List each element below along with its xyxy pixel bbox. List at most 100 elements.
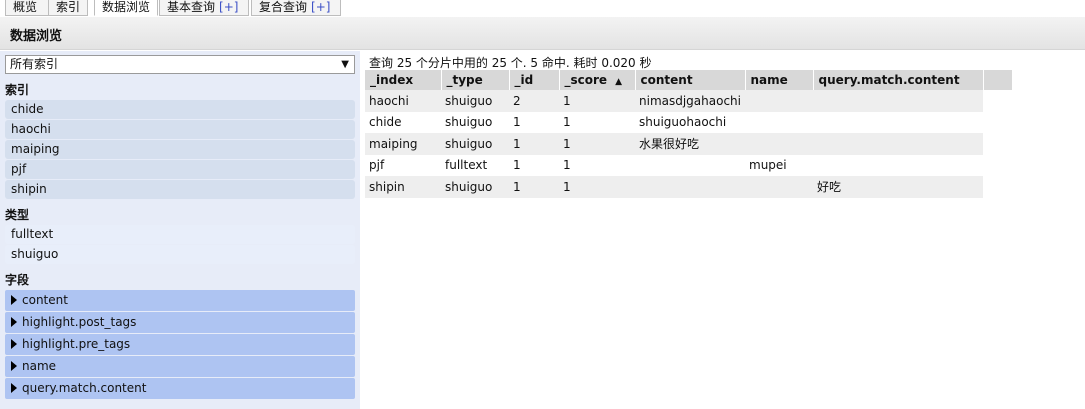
tab-label: 概览 [13, 0, 38, 14]
column-header-query-match-content[interactable]: query.match.content [813, 70, 984, 90]
cell-score: 1 [559, 154, 635, 176]
cell-score: 1 [559, 133, 635, 155]
cell-id: 1 [509, 176, 559, 198]
column-header-spacer [983, 70, 1013, 90]
cell-index: shipin [365, 176, 441, 198]
results-table: _index _type _id _score ▲ content name qu… [365, 70, 1013, 198]
tab-browser[interactable]: 数据浏览 [94, 0, 158, 16]
field-heading: 字段 [5, 273, 30, 287]
column-header-content[interactable]: content [635, 70, 746, 90]
tab-plus[interactable]: [+] [311, 0, 330, 14]
cell-name [745, 90, 813, 112]
results-summary: 查询 25 个分片中用的 25 个. 5 命中. 耗时 0.020 秒 [369, 56, 652, 70]
column-header-label: query.match.content [818, 73, 960, 87]
column-header-score[interactable]: _score ▲ [559, 70, 636, 90]
table-row[interactable]: chide shuiguo 1 1 shuiguohaochi [365, 111, 1012, 133]
cell-query-match-content [813, 111, 983, 133]
expand-triangle-icon [11, 383, 17, 393]
cell-type: shuiguo [441, 90, 509, 112]
type-item-shuiguo[interactable]: shuiguo [5, 245, 355, 264]
cell-content: shuiguohaochi [635, 111, 745, 133]
page-title: 数据浏览 [10, 29, 63, 44]
index-select-value: 所有索引 [10, 57, 59, 71]
field-item-query-match-content[interactable]: query.match.content [5, 378, 355, 399]
column-header-index[interactable]: _index [365, 70, 442, 90]
index-item-chide[interactable]: chide [5, 100, 355, 119]
cell-query-match-content [813, 133, 983, 155]
tab-indices[interactable]: 索引 [48, 0, 88, 16]
tab-label: 数据浏览 [102, 0, 151, 14]
tab-label: 基本查询 [167, 0, 216, 14]
tab-basic-query[interactable]: 基本查询 [+] [159, 0, 249, 16]
table-row[interactable]: maiping shuiguo 1 1 水果很好吃 [365, 133, 1012, 155]
index-item-maiping[interactable]: maiping [5, 140, 355, 159]
cell-score: 1 [559, 176, 635, 198]
dropdown-arrow-icon[interactable]: ▼ [341, 56, 349, 73]
field-label: content [22, 293, 68, 307]
column-header-label: content [640, 73, 693, 87]
cell-content [635, 154, 745, 176]
expand-triangle-icon [11, 295, 17, 305]
field-item-name[interactable]: name [5, 356, 355, 377]
page-header: 数据浏览 [0, 17, 1085, 50]
cell-query-match-content [813, 90, 983, 112]
column-header-label: _id [514, 73, 534, 87]
index-heading: 索引 [5, 83, 30, 97]
index-item-pjf[interactable]: pjf [5, 160, 355, 179]
expand-triangle-icon [11, 317, 17, 327]
tab-compound-query[interactable]: 复合查询 [+] [251, 0, 341, 16]
cell-query-match-content: 好吃 [813, 176, 983, 198]
cell-content [635, 176, 745, 198]
index-item-haochi[interactable]: haochi [5, 120, 355, 139]
cell-type: shuiguo [441, 176, 509, 198]
field-item-highlight-post-tags[interactable]: highlight.post_tags [5, 312, 355, 333]
tab-overview[interactable]: 概览 [5, 0, 49, 16]
cell-name [745, 176, 813, 198]
cell-name [745, 111, 813, 133]
tab-label: 复合查询 [259, 0, 308, 14]
sort-ascending-icon: ▲ [615, 77, 622, 87]
cell-content: 水果很好吃 [635, 133, 745, 155]
cell-index: haochi [365, 90, 441, 112]
cell-score: 1 [559, 111, 635, 133]
cell-name [745, 133, 813, 155]
cell-id: 2 [509, 90, 559, 112]
field-item-content[interactable]: content [5, 290, 355, 311]
column-header-label: _type [446, 73, 483, 87]
sidebar: 所有索引 ▼ 索引 chide haochi maiping pjf shipi… [0, 51, 360, 409]
header-row: _index _type _id _score ▲ content name qu… [365, 70, 1013, 90]
field-item-highlight-pre-tags[interactable]: highlight.pre_tags [5, 334, 355, 355]
cell-id: 1 [509, 133, 559, 155]
table-row[interactable]: pjf fulltext 1 1 mupei [365, 154, 1012, 176]
column-header-label: _score [564, 73, 608, 87]
cell-type: shuiguo [441, 111, 509, 133]
column-header-label: name [750, 73, 788, 87]
cell-content: nimasdjgahaochi [635, 90, 745, 112]
field-label: name [22, 359, 57, 373]
cell-type: shuiguo [441, 133, 509, 155]
column-header-type[interactable]: _type [441, 70, 510, 90]
cell-id: 1 [509, 111, 559, 133]
cell-score: 1 [559, 90, 635, 112]
column-header-name[interactable]: name [745, 70, 814, 90]
tab-plus[interactable]: [+] [219, 0, 238, 14]
cell-type: fulltext [441, 154, 509, 176]
cell-name: mupei [745, 154, 813, 176]
cell-index: chide [365, 111, 441, 133]
expand-triangle-icon [11, 361, 17, 371]
expand-triangle-icon [11, 339, 17, 349]
column-header-id[interactable]: _id [509, 70, 560, 90]
table-row[interactable]: haochi shuiguo 2 1 nimasdjgahaochi [365, 90, 1012, 112]
cell-query-match-content [813, 154, 983, 176]
table-row[interactable]: shipin shuiguo 1 1 好吃 [365, 176, 1012, 198]
type-item-fulltext[interactable]: fulltext [5, 225, 355, 244]
cell-index: pjf [365, 154, 441, 176]
index-item-shipin[interactable]: shipin [5, 180, 355, 199]
column-header-label: _index [370, 73, 414, 87]
field-label: query.match.content [22, 381, 147, 395]
tab-bar: 概览 索引 数据浏览 基本查询 [+] 复合查询 [+] [0, 0, 1085, 17]
field-label: highlight.pre_tags [22, 337, 131, 351]
index-select[interactable]: 所有索引 ▼ [5, 55, 355, 74]
field-label: highlight.post_tags [22, 315, 137, 329]
cell-id: 1 [509, 154, 559, 176]
